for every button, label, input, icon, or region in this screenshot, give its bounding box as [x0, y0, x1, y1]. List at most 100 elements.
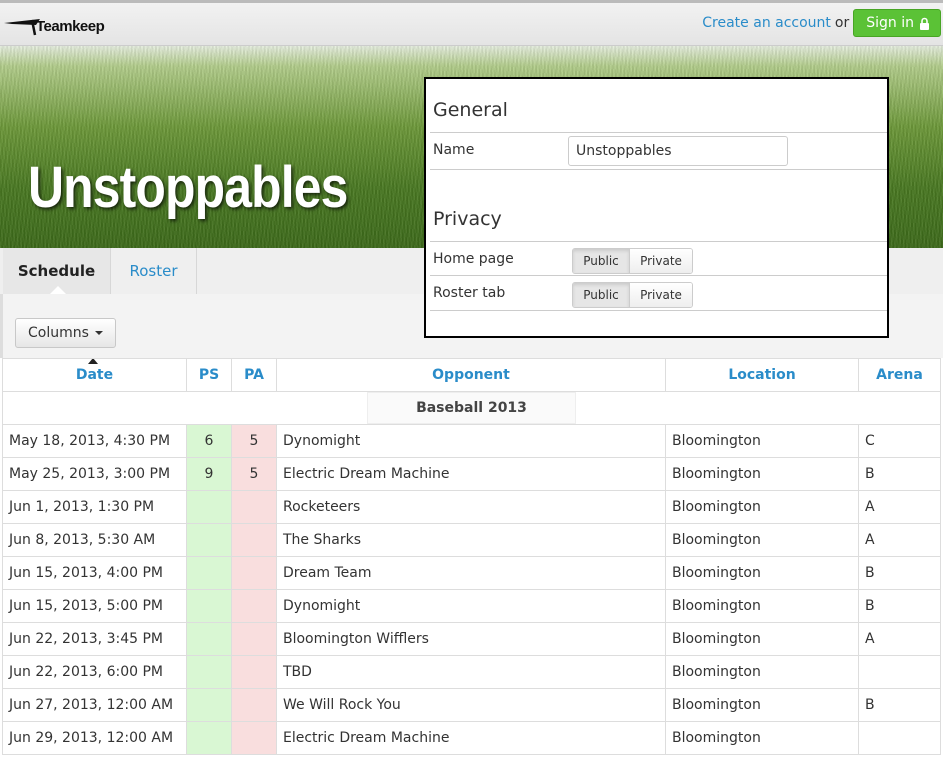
points-allowed-cell [231, 655, 277, 689]
table-row[interactable]: Jun 8, 2013, 5:30 AM The Sharks Bloomingto… [2, 523, 941, 557]
date-cell: Jun 22, 2013, 3:45 PM [2, 622, 187, 656]
arena-cell: A [858, 622, 941, 656]
points-allowed-cell [231, 721, 277, 755]
teamkeep-logo[interactable]: Teamkeep [2, 13, 105, 39]
points-scored-cell [186, 688, 232, 722]
location-cell: Bloomington [665, 721, 859, 755]
points-scored-cell [186, 523, 232, 557]
create-account-link[interactable]: Create an account [702, 15, 831, 31]
column-header-opponent[interactable]: Opponent [276, 358, 666, 392]
points-allowed-cell [231, 622, 277, 656]
arena-cell: A [858, 490, 941, 524]
home-page-private-button[interactable]: Private [630, 249, 692, 273]
or-text: or [834, 15, 850, 31]
points-allowed-cell [231, 556, 277, 590]
roster-tab-private-button[interactable]: Private [630, 283, 692, 307]
opponent-cell: Electric Dream Machine [276, 457, 666, 491]
privacy-heading: Privacy [433, 208, 502, 230]
points-allowed-cell [231, 523, 277, 557]
lock-icon [920, 17, 929, 30]
logo-text: Teamkeep [36, 17, 105, 35]
opponent-cell: Dream Team [276, 556, 666, 590]
opponent-cell: The Sharks [276, 523, 666, 557]
points-scored-cell [186, 490, 232, 524]
team-name-input[interactable] [568, 136, 788, 166]
table-row[interactable]: Jun 22, 2013, 6:00 PM TBD Bloomington [2, 655, 941, 689]
date-cell: Jun 22, 2013, 6:00 PM [2, 655, 187, 689]
opponent-cell: Dynomight [276, 424, 666, 458]
location-cell: Bloomington [665, 688, 859, 722]
season-group-row: Baseball 2013 [2, 391, 941, 425]
roster-tab-privacy-toggle: Public Private [572, 282, 693, 308]
tab-schedule[interactable]: Schedule [3, 248, 111, 295]
date-cell: Jun 15, 2013, 5:00 PM [2, 589, 187, 623]
date-cell: May 18, 2013, 4:30 PM [2, 424, 187, 458]
column-header-location[interactable]: Location [665, 358, 859, 392]
columns-label: Columns [28, 325, 89, 341]
divider [430, 241, 887, 242]
tab-roster[interactable]: Roster [111, 248, 197, 294]
opponent-cell: Rocketeers [276, 490, 666, 524]
sort-ascending-icon [88, 359, 98, 364]
opponent-cell: We Will Rock You [276, 688, 666, 722]
points-scored-cell: 9 [186, 457, 232, 491]
divider [430, 275, 887, 276]
table-row[interactable]: May 25, 2013, 3:00 PM 9 5 Electric Dream Ma… [2, 457, 941, 491]
home-page-label: Home page [433, 251, 514, 267]
points-scored-cell: 6 [186, 424, 232, 458]
table-row[interactable]: May 18, 2013, 4:30 PM 6 5 Dynomight Blooming… [2, 424, 941, 458]
column-header-date[interactable]: Date [2, 358, 187, 392]
table-row[interactable]: Jun 15, 2013, 5:00 PM Dynomight Bloomingto… [2, 589, 941, 623]
points-allowed-cell [231, 688, 277, 722]
arena-cell: B [858, 688, 941, 722]
date-cell: Jun 1, 2013, 1:30 PM [2, 490, 187, 524]
location-cell: Bloomington [665, 490, 859, 524]
column-header-pa[interactable]: PA [231, 358, 277, 392]
date-cell: Jun 15, 2013, 4:00 PM [2, 556, 187, 590]
points-scored-cell [186, 622, 232, 656]
roster-tab-label: Roster tab [433, 285, 506, 301]
points-scored-cell [186, 721, 232, 755]
points-scored-cell [186, 556, 232, 590]
opponent-cell: Electric Dream Machine [276, 721, 666, 755]
team-name-title: Unstoppables [28, 155, 348, 220]
table-row[interactable]: Jun 1, 2013, 1:30 PM Rocketeers Bloomingto… [2, 490, 941, 524]
home-page-privacy-toggle: Public Private [572, 248, 693, 274]
top-bar: Teamkeep Create an account or Sign in [0, 0, 943, 46]
date-cell: Jun 8, 2013, 5:30 AM [2, 523, 187, 557]
points-allowed-cell: 5 [231, 424, 277, 458]
divider [430, 310, 887, 311]
location-cell: Bloomington [665, 523, 859, 557]
points-allowed-cell: 5 [231, 457, 277, 491]
season-group-label: Baseball 2013 [367, 392, 576, 424]
date-cell: Jun 29, 2013, 12:00 AM [2, 721, 187, 755]
date-cell: Jun 27, 2013, 12:00 AM [2, 688, 187, 722]
opponent-cell: Bloomington Wifflers [276, 622, 666, 656]
arena-cell [858, 721, 941, 755]
home-page-public-button[interactable]: Public [573, 249, 630, 273]
sign-in-label: Sign in [866, 15, 914, 31]
table-row[interactable]: Jun 29, 2013, 12:00 AM Electric Dream Mac… [2, 721, 941, 755]
divider [430, 169, 887, 170]
column-header-ps[interactable]: PS [186, 358, 232, 392]
auth-links: Create an account or Sign in [702, 9, 941, 37]
roster-tab-public-button[interactable]: Public [573, 283, 630, 307]
location-cell: Bloomington [665, 424, 859, 458]
columns-dropdown-button[interactable]: Columns [15, 318, 116, 348]
table-header-row: Date PS PA Opponent Location Arena [2, 358, 941, 392]
opponent-cell: TBD [276, 655, 666, 689]
sign-in-button[interactable]: Sign in [853, 9, 941, 37]
column-header-date-label: Date [75, 367, 114, 383]
general-heading: General [433, 99, 508, 121]
schedule-table: Date PS PA Opponent Location Arena Baseb… [2, 358, 941, 755]
column-header-arena[interactable]: Arena [858, 358, 941, 392]
table-row[interactable]: Jun 15, 2013, 4:00 PM Dream Team Bloomingt… [2, 556, 941, 590]
table-row[interactable]: Jun 22, 2013, 3:45 PM Bloomington Wiffler… [2, 622, 941, 656]
points-scored-cell [186, 655, 232, 689]
location-cell: Bloomington [665, 589, 859, 623]
points-scored-cell [186, 589, 232, 623]
table-row[interactable]: Jun 27, 2013, 12:00 AM We Will Rock You Bl… [2, 688, 941, 722]
arena-cell: C [858, 424, 941, 458]
location-cell: Bloomington [665, 556, 859, 590]
arena-cell: B [858, 457, 941, 491]
